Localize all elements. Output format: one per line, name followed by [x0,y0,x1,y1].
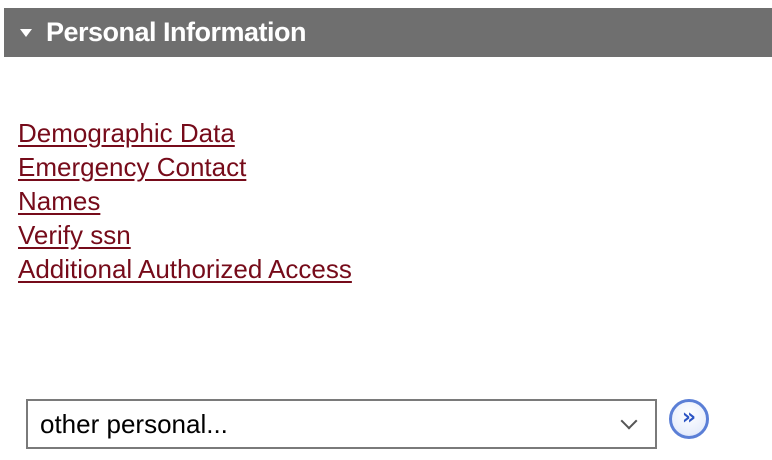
panel-header[interactable]: Personal Information [4,8,772,57]
demographic-data-link[interactable]: Demographic Data [18,118,235,148]
panel-title: Personal Information [46,17,307,47]
go-button[interactable]: » [669,399,709,439]
list-item: Additional Authorized Access [18,252,352,286]
list-item: Names [18,184,352,218]
other-personal-select[interactable]: other personal... [26,399,657,449]
list-item: Demographic Data [18,116,352,150]
verify-ssn-link[interactable]: Verify ssn [18,220,131,250]
select-value: other personal... [40,408,228,439]
additional-authorized-access-link[interactable]: Additional Authorized Access [18,254,352,284]
names-link[interactable]: Names [18,186,100,216]
emergency-contact-link[interactable]: Emergency Contact [18,152,246,182]
personal-information-panel: Personal Information Demographic Data Em… [0,0,772,460]
triangle-down-icon[interactable] [20,28,32,37]
double-chevron-right-icon: » [681,405,697,430]
chevron-down-icon[interactable] [620,412,638,430]
link-list: Demographic Data Emergency Contact Names… [18,116,352,286]
list-item: Verify ssn [18,218,352,252]
list-item: Emergency Contact [18,150,352,184]
